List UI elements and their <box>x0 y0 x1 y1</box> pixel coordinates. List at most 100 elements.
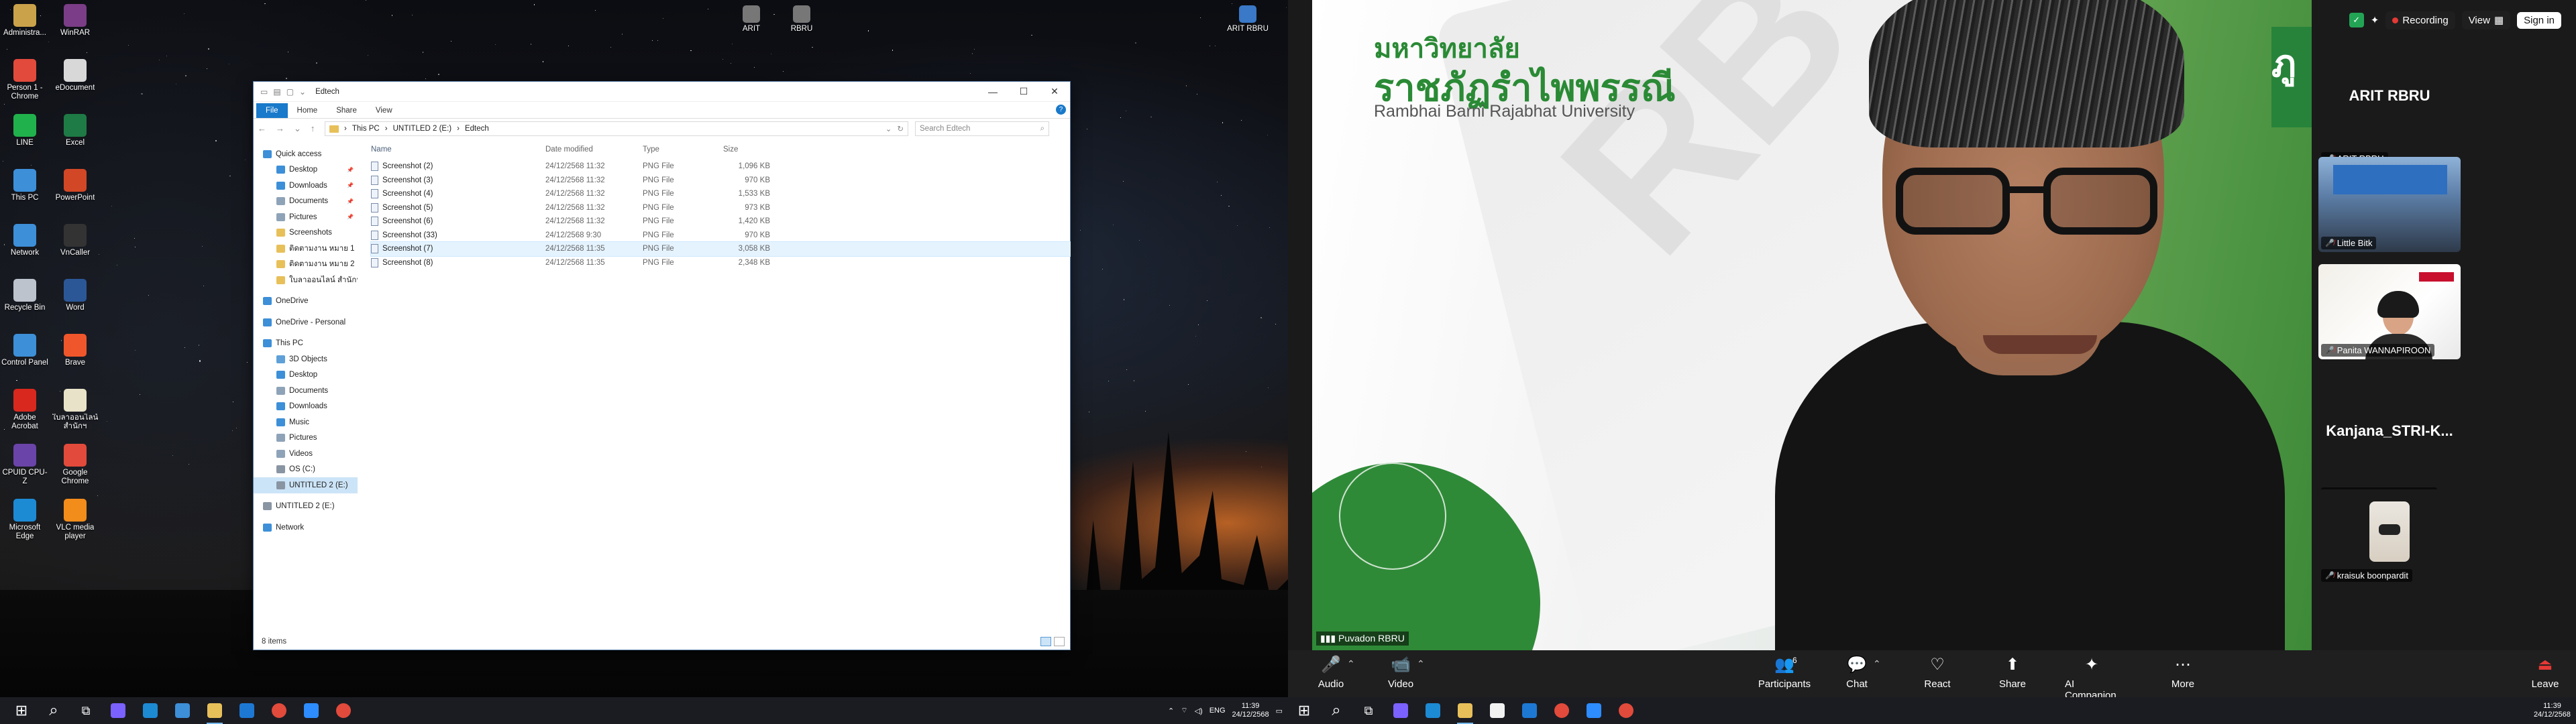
desktop-icon[interactable]: PowerPoint <box>52 169 99 202</box>
search-button[interactable]: ⌕ <box>1320 697 1352 724</box>
chrome-2-button[interactable] <box>327 697 360 724</box>
start-button[interactable]: ⊞ <box>1288 697 1320 724</box>
chevron-down-icon[interactable]: ⌄ <box>294 123 301 134</box>
desktop-icon[interactable]: ARIT <box>728 5 775 34</box>
chrome-2-button[interactable] <box>1610 697 1642 724</box>
zoom-button[interactable] <box>1578 697 1610 724</box>
edge-button[interactable] <box>1417 697 1449 724</box>
nav-item[interactable]: Network <box>254 520 358 536</box>
nav-item[interactable]: Documents <box>254 383 358 399</box>
mail-button[interactable] <box>1513 697 1546 724</box>
clock[interactable]: 11:39 24/12/2568 <box>2534 702 2571 719</box>
sign-in-button[interactable]: Sign in <box>2517 11 2561 29</box>
file-row[interactable]: Screenshot (6) 24/12/2568 11:32 PNG File 1,… <box>371 215 1070 229</box>
desktop-icon[interactable]: Microsoft Edge <box>1 499 48 541</box>
breadcrumb-folder[interactable]: Edtech <box>465 125 489 133</box>
edge-button[interactable] <box>134 697 166 724</box>
spark-icon[interactable]: ✦ <box>2371 14 2379 26</box>
desktop-icon[interactable]: RBRU <box>778 5 825 34</box>
desktop-icon[interactable]: Network <box>1 224 48 257</box>
nav-item[interactable]: UNTITLED 2 (E:) <box>254 477 358 493</box>
nav-item[interactable]: Downloads 📌 <box>254 178 358 194</box>
address-bar[interactable]: › This PC › UNTITLED 2 (E:) › Edtech ⌄ ↻ <box>325 121 908 136</box>
participant-tile[interactable]: Kanjana_STRI-K...🎤̸Kanjana_STRI-KMUTNB <box>2318 408 2461 503</box>
desktop-icon[interactable]: ใบลาออนไลน์ สำนักฯ <box>52 389 99 431</box>
clock[interactable]: 11:39 24/12/2568 <box>1232 702 1269 719</box>
nav-item[interactable]: UNTITLED 2 (E:) <box>254 499 358 515</box>
start-button[interactable]: ⊞ <box>5 697 38 724</box>
desktop-icon[interactable]: LINE <box>1 114 48 147</box>
participant-tile[interactable]: 🎤̸ kraisuk boonpardit <box>2318 489 2461 585</box>
nav-item[interactable]: Desktop 📌 <box>254 162 358 178</box>
desktop-icon[interactable]: eDocument <box>52 59 99 93</box>
column-type[interactable]: Type <box>643 145 723 154</box>
participants-button[interactable]: 👥 6 Participants <box>1758 656 1811 690</box>
react-button[interactable]: ♡ React <box>1911 656 1964 690</box>
nav-item[interactable]: Desktop <box>254 367 358 383</box>
desktop-icon[interactable]: Brave <box>52 334 99 367</box>
chevron-up-icon[interactable]: ⌃ <box>1168 707 1174 715</box>
desktop-icon[interactable]: Adobe Acrobat <box>1 389 48 431</box>
desktop-icon[interactable]: Control Panel <box>1 334 48 367</box>
task-view-button[interactable]: ⧉ <box>70 697 102 724</box>
nav-item[interactable]: Pictures <box>254 430 358 446</box>
ai-companion-button[interactable]: ✦ AI Companion <box>2065 656 2118 697</box>
nav-item[interactable]: Screenshots <box>254 225 358 241</box>
file-row[interactable]: Screenshot (2) 24/12/2568 11:32 PNG File 1,… <box>371 160 1070 174</box>
chevron-down-icon[interactable]: ⌄ <box>885 124 892 133</box>
forward-arrow-icon[interactable]: → <box>276 123 284 134</box>
tab-home[interactable]: Home <box>288 103 327 118</box>
chevron-up-icon[interactable]: ⌃ <box>1417 658 1425 670</box>
search-input[interactable]: Search Edtech <box>920 125 970 133</box>
maximize-button[interactable]: ☐ <box>1008 82 1039 102</box>
copilot-button[interactable] <box>1385 697 1417 724</box>
column-size[interactable]: Size <box>723 145 770 154</box>
back-arrow-icon[interactable]: ← <box>258 123 266 134</box>
tab-file[interactable]: File <box>256 103 288 118</box>
column-date-modified[interactable]: Date modified <box>545 145 643 154</box>
desktop-icon[interactable]: Recycle Bin <box>1 279 48 312</box>
nav-item[interactable]: Downloads <box>254 399 358 415</box>
store-button[interactable] <box>166 697 199 724</box>
share-button[interactable]: ⬆ Share <box>1986 656 2039 690</box>
participant-tile[interactable]: ARIT RBRU🎤̸ARIT RBRU <box>2318 72 2461 168</box>
nav-item[interactable]: Pictures 📌 <box>254 209 358 225</box>
recording-indicator[interactable]: Recording <box>2385 11 2455 29</box>
file-row[interactable]: Screenshot (8) 24/12/2568 11:35 PNG File 2,… <box>371 256 1070 270</box>
security-shield-icon[interactable]: ✓ <box>2349 13 2364 27</box>
chrome-button[interactable] <box>263 697 295 724</box>
file-row[interactable]: Screenshot (4) 24/12/2568 11:32 PNG File 1,… <box>371 187 1070 201</box>
mail-button[interactable] <box>231 697 263 724</box>
breadcrumb-drive[interactable]: UNTITLED 2 (E:) <box>393 125 452 133</box>
explorer-titlebar[interactable]: ▭ ▤ ▢ ⌄ Edtech — ☐ ✕ <box>254 82 1070 102</box>
nav-item[interactable]: ติดตามงาน หมาย 2 <box>254 257 358 273</box>
file-row[interactable]: Screenshot (5) 24/12/2568 11:32 PNG File 97… <box>371 201 1070 215</box>
task-view-button[interactable]: ⧉ <box>1352 697 1385 724</box>
leave-button[interactable]: ⏏ Leave <box>2518 656 2572 690</box>
desktop-icon[interactable]: VLC media player <box>52 499 99 541</box>
refresh-icon[interactable]: ↻ <box>897 124 904 133</box>
new-folder-icon[interactable]: ▢ <box>286 87 294 97</box>
desktop-icon[interactable]: Administra... <box>1 4 48 38</box>
calendar-button[interactable] <box>1481 697 1513 724</box>
desktop-icon[interactable]: ARIT RBRU <box>1224 5 1271 34</box>
network-icon[interactable]: ⌔ <box>1181 706 1187 715</box>
file-explorer-button[interactable] <box>1449 697 1481 724</box>
search-box[interactable]: Search Edtech ⌕ <box>915 121 1049 136</box>
chevron-up-icon[interactable]: ⌃ <box>1873 658 1881 670</box>
nav-item[interactable]: Quick access <box>254 146 358 162</box>
notification-icon[interactable]: ▭ <box>1276 707 1283 715</box>
nav-item[interactable]: 3D Objects <box>254 351 358 367</box>
large-icons-view-button[interactable] <box>1054 637 1065 646</box>
copilot-button[interactable] <box>102 697 134 724</box>
desktop-icon[interactable]: VnCaller <box>52 224 99 257</box>
participant-tile[interactable]: 🎤̸ Little Bitk <box>2318 157 2461 252</box>
speaker-icon[interactable]: ◁) <box>1195 707 1203 715</box>
participant-tile[interactable]: 🎤̸ Panita WANNAPIROON <box>2318 264 2461 359</box>
more-button[interactable]: ⋯ More <box>2156 656 2210 690</box>
zoom-button[interactable] <box>295 697 327 724</box>
desktop-icon[interactable]: Person 1 - Chrome <box>1 59 48 101</box>
chrome-button[interactable] <box>1546 697 1578 724</box>
breadcrumb-this-pc[interactable]: This PC <box>352 125 380 133</box>
desktop-icon[interactable]: CPUID CPU-Z <box>1 444 48 486</box>
